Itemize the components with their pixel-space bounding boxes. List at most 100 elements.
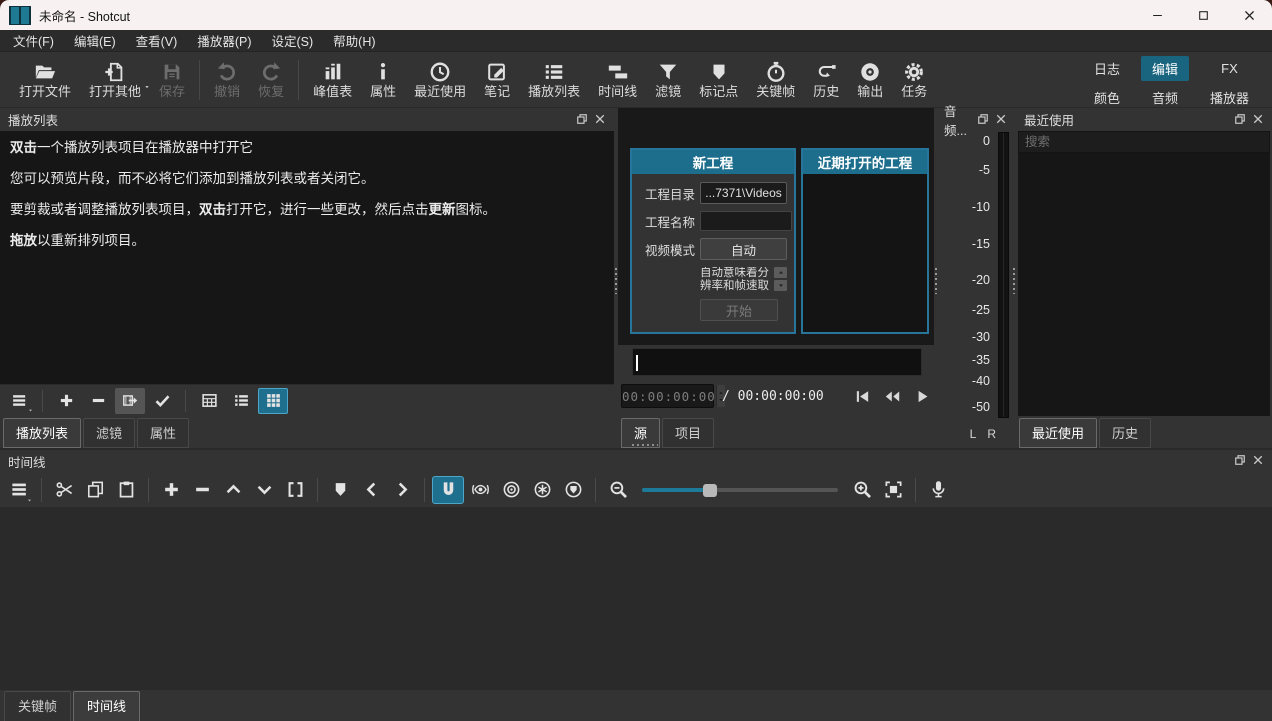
project-folder-label: 工程目录 (639, 184, 695, 203)
view-tiles-button[interactable] (226, 388, 256, 414)
skip-to-start-button[interactable] (852, 384, 874, 408)
record-audio-button[interactable] (923, 476, 953, 504)
close-panel-button[interactable] (594, 113, 608, 127)
zoom-in-button[interactable] (847, 476, 877, 504)
shotcut-window: 未命名 - Shotcut 文件(F) 编辑(E) 查看(V) 播放器(P) 设… (0, 0, 1272, 721)
split-button[interactable] (280, 476, 310, 504)
overwrite-button[interactable] (249, 476, 279, 504)
markers-button[interactable]: 标记点 (690, 58, 747, 102)
search-input[interactable] (1018, 131, 1270, 153)
view-icons-button[interactable] (258, 388, 288, 414)
float-panel-button[interactable] (1234, 113, 1248, 127)
timeline-menu-button[interactable] (4, 476, 34, 504)
tab-recent[interactable]: 最近使用 (1019, 418, 1097, 448)
view-details-button[interactable] (194, 388, 224, 414)
timecode-spinbox[interactable]: 00:00:00:00 (621, 384, 714, 408)
note-scroll-up-button[interactable] (774, 267, 787, 278)
open-other-button[interactable]: 打开其他 (80, 58, 150, 102)
playlist-button[interactable]: 播放列表 (519, 58, 589, 102)
next-marker-button[interactable] (387, 476, 417, 504)
recent-projects-list[interactable] (803, 174, 927, 332)
menu-help[interactable]: 帮助(H) (324, 29, 384, 52)
zoom-out-button[interactable] (603, 476, 633, 504)
snap-button[interactable] (432, 476, 464, 504)
float-panel-button[interactable] (576, 113, 590, 127)
tab-filters[interactable]: 滤镜 (83, 418, 135, 448)
marker-button[interactable] (325, 476, 355, 504)
cut-button[interactable] (49, 476, 79, 504)
rewind-button[interactable] (882, 384, 904, 408)
filters-button[interactable]: 滤镜 (646, 58, 690, 102)
timeline-tracks-area[interactable] (0, 507, 1272, 690)
layout-audio-button[interactable]: 音频 (1141, 85, 1189, 110)
timeline-button[interactable]: 时间线 (589, 58, 646, 102)
copy-button[interactable] (80, 476, 110, 504)
menu-player[interactable]: 播放器(P) (188, 29, 260, 52)
layout-switcher: 日志 编辑 FX 颜色 音频 播放器 (1083, 56, 1260, 110)
append-button[interactable] (156, 476, 186, 504)
export-button[interactable]: 输出 (848, 58, 892, 102)
properties-button[interactable]: 属性 (361, 58, 405, 102)
project-name-input[interactable] (700, 211, 792, 231)
ripple-markers-button[interactable] (558, 476, 588, 504)
project-folder-button[interactable]: ...7371\Videos (700, 182, 787, 204)
play-button[interactable] (912, 384, 934, 408)
close-panel-button[interactable] (1252, 113, 1266, 127)
scrub-while-dragging-button[interactable] (465, 476, 495, 504)
panel-splitter[interactable] (614, 108, 618, 448)
recent-files-list[interactable] (1018, 153, 1270, 416)
keyframes-button[interactable]: 关键帧 (747, 58, 804, 102)
playlist-update-button[interactable] (147, 388, 177, 414)
peak-meter-button[interactable]: 峰值表 (304, 58, 361, 102)
split-icon (286, 480, 305, 499)
menu-settings[interactable]: 设定(S) (262, 29, 322, 52)
menu-file[interactable]: 文件(F) (4, 29, 63, 52)
playlist-menu-button[interactable] (4, 388, 34, 414)
start-button[interactable]: 开始 (700, 299, 778, 321)
redo-button[interactable]: 恢复 (249, 58, 293, 102)
playlist-open-clip-button[interactable] (115, 388, 145, 414)
previous-marker-button[interactable] (356, 476, 386, 504)
paste-button[interactable] (111, 476, 141, 504)
close-button[interactable] (1226, 0, 1272, 30)
zoom-fit-button[interactable] (878, 476, 908, 504)
close-panel-button[interactable] (995, 113, 1009, 127)
playlist-append-button[interactable] (51, 388, 81, 414)
seek-bar[interactable] (632, 348, 922, 376)
tab-properties[interactable]: 属性 (137, 418, 189, 448)
playlist-remove-button[interactable] (83, 388, 113, 414)
ripple-delete-button[interactable] (187, 476, 217, 504)
panel-splitter[interactable] (1012, 108, 1016, 448)
close-panel-button[interactable] (1252, 454, 1266, 468)
video-mode-button[interactable]: 自动 (700, 238, 787, 260)
history-button[interactable]: 历史 (804, 58, 848, 102)
tab-timeline[interactable]: 时间线 (73, 691, 140, 721)
notes-button[interactable]: 笔记 (475, 58, 519, 102)
layout-fx-button[interactable]: FX (1210, 58, 1249, 79)
tab-playlist[interactable]: 播放列表 (3, 418, 81, 448)
slider-handle[interactable] (703, 484, 717, 497)
float-panel-button[interactable] (1234, 454, 1248, 468)
menu-edit[interactable]: 编辑(E) (65, 29, 125, 52)
tab-history[interactable]: 历史 (1099, 418, 1151, 448)
lift-button[interactable] (218, 476, 248, 504)
ripple-button[interactable] (496, 476, 526, 504)
timeline-zoom-slider[interactable] (642, 482, 838, 498)
maximize-button[interactable] (1180, 0, 1226, 30)
layout-player-button[interactable]: 播放器 (1199, 85, 1260, 110)
open-file-button[interactable]: 打开文件 (10, 58, 80, 102)
tab-keyframes[interactable]: 关键帧 (4, 691, 71, 721)
save-button[interactable]: 保存 (150, 58, 194, 102)
recent-button[interactable]: 最近使用 (405, 58, 475, 102)
float-panel-button[interactable] (977, 113, 991, 127)
menu-view[interactable]: 查看(V) (127, 29, 187, 52)
layout-editing-button[interactable]: 编辑 (1141, 56, 1189, 81)
minimize-button[interactable] (1134, 0, 1180, 30)
undo-button[interactable]: 撤销 (205, 58, 249, 102)
tab-project[interactable]: 项目 (662, 418, 714, 448)
ripple-all-tracks-button[interactable] (527, 476, 557, 504)
layout-color-button[interactable]: 颜色 (1083, 85, 1131, 110)
note-scroll-down-button[interactable] (774, 280, 787, 291)
layout-logging-button[interactable]: 日志 (1083, 56, 1131, 81)
jobs-button[interactable]: 任务 (892, 58, 936, 102)
